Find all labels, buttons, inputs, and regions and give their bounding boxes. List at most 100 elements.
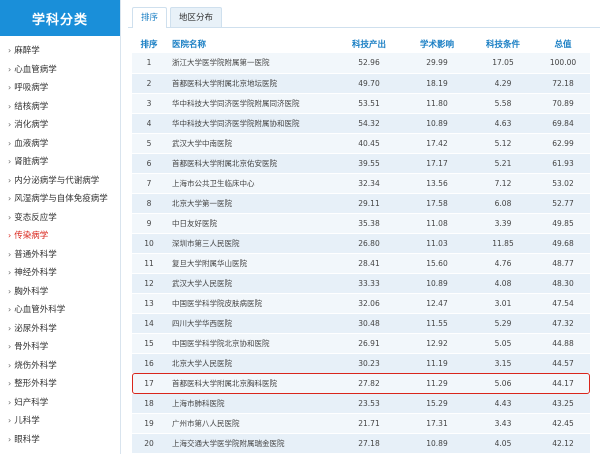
sidebar-item[interactable]: › 变态反应学	[0, 209, 120, 227]
cell-rank: 4	[132, 113, 166, 134]
table-row[interactable]: 1 浙江大学医学院附属第一医院 52.96 29.99 17.05 100.00	[132, 53, 590, 74]
table-row[interactable]: 8 北京大学第一医院 29.11 17.58 6.08 52.77	[132, 193, 590, 214]
table-row[interactable]: 16 北京大学人民医院 30.23 11.19 3.15 44.57	[132, 353, 590, 374]
sidebar-item-label: 普通外科学	[14, 249, 57, 260]
cell-name[interactable]: 首都医科大学附属北京胸科医院	[166, 373, 334, 394]
table-header-row: 排序 医院名称 科技产出 学术影响 科技条件 总值	[132, 34, 590, 53]
cell-name[interactable]: 北京大学人民医院	[166, 353, 334, 374]
cell-name[interactable]: 北京大学第一医院	[166, 193, 334, 214]
sidebar-item[interactable]: › 内分泌病学与代谢病学	[0, 172, 120, 190]
sidebar-item[interactable]: › 心血管外科学	[0, 301, 120, 320]
cell-name[interactable]: 首都医科大学附属北京地坛医院	[166, 73, 334, 94]
table-body: 1 浙江大学医学院附属第一医院 52.96 29.99 17.05 100.00 2 首都医科…	[132, 53, 590, 454]
column-header-name[interactable]: 医院名称	[166, 34, 334, 53]
table-row[interactable]: 4 华中科技大学同济医学院附属协和医院 54.32 10.89 4.63 69.84	[132, 113, 590, 134]
cell-name[interactable]: 华中科技大学同济医学院附属同济医院	[166, 93, 334, 114]
cell-name[interactable]: 广州市第八人民医院	[166, 413, 334, 434]
cell-name[interactable]: 上海交通大学医学院附属瑞金医院	[166, 433, 334, 454]
table-row[interactable]: 18 上海市肺科医院 23.53 15.29 4.43 43.25	[132, 393, 590, 414]
cell-rank: 13	[132, 293, 166, 314]
cell-name[interactable]: 中日友好医院	[166, 213, 334, 234]
sidebar-item[interactable]: › 结核病学	[0, 98, 120, 116]
sidebar-item-label: 眼科学	[14, 434, 40, 445]
chevron-right-icon: ›	[8, 249, 12, 259]
table-row[interactable]: 19 广州市第八人民医院 21.71 17.31 3.43 42.45	[132, 413, 590, 434]
chevron-right-icon: ›	[8, 157, 12, 166]
sidebar-item[interactable]: › 胸外科学	[0, 283, 120, 301]
tab-region[interactable]: 地区分布	[170, 7, 223, 27]
table-row[interactable]: 2 首都医科大学附属北京地坛医院 49.70 18.19 4.29 72.18	[132, 73, 590, 94]
cell-rank: 19	[132, 413, 166, 434]
tab-ranking[interactable]: 排序	[132, 7, 168, 28]
cell-name[interactable]: 中国医学科学院皮肤病医院	[166, 293, 334, 314]
cell-tech-output: 29.11	[334, 193, 404, 214]
cell-name[interactable]: 四川大学华西医院	[166, 313, 334, 334]
cell-name[interactable]: 华中科技大学同济医学院附属协和医院	[166, 113, 334, 134]
sidebar-item[interactable]: › 神经外科学	[0, 264, 120, 283]
sidebar-item[interactable]: › 妇产科学	[0, 394, 120, 412]
cell-name[interactable]: 浙江大学医学院附属第一医院	[166, 53, 334, 74]
sidebar-item[interactable]: › 烧伤外科学	[0, 357, 120, 375]
cell-conditions: 5.58	[470, 93, 536, 114]
sidebar-item[interactable]: › 麻醉学	[0, 42, 120, 61]
sidebar-item[interactable]: › 风湿病学与自体免疫病学	[0, 190, 120, 209]
table-row[interactable]: 3 华中科技大学同济医学院附属同济医院 53.51 11.80 5.58 70.89	[132, 93, 590, 114]
sidebar-item[interactable]: › 血液病学	[0, 135, 120, 153]
cell-conditions: 4.08	[470, 273, 536, 294]
cell-conditions: 3.39	[470, 213, 536, 234]
table-row[interactable]: 15 中国医学科学院北京协和医院 26.91 12.92 5.05 44.88	[132, 333, 590, 354]
column-header-tech-output[interactable]: 科技产出	[334, 34, 404, 53]
sidebar-item-label: 肾脏病学	[14, 157, 49, 167]
cell-academic: 12.92	[404, 333, 470, 354]
sidebar-item[interactable]: › 消化病学	[0, 116, 120, 135]
cell-total: 43.25	[536, 393, 590, 414]
cell-rank: 15	[132, 333, 166, 354]
cell-conditions: 5.21	[470, 153, 536, 174]
column-header-conditions[interactable]: 科技条件	[470, 34, 536, 53]
cell-total: 47.54	[536, 293, 590, 314]
sidebar-item[interactable]: › 整形外科学	[0, 375, 120, 394]
sidebar-item[interactable]: › 呼吸病学	[0, 79, 120, 98]
cell-name[interactable]: 中国医学科学院北京协和医院	[166, 333, 334, 354]
table-row[interactable]: 9 中日友好医院 35.38 11.08 3.39 49.85	[132, 213, 590, 234]
cell-name[interactable]: 上海市公共卫生临床中心	[166, 173, 334, 194]
table-row[interactable]: 6 首都医科大学附属北京佑安医院 39.55 17.17 5.21 61.93	[132, 153, 590, 174]
table-row[interactable]: 7 上海市公共卫生临床中心 32.34 13.56 7.12 53.02	[132, 173, 590, 194]
table-row[interactable]: 14 四川大学华西医院 30.48 11.55 5.29 47.32	[132, 313, 590, 334]
cell-name[interactable]: 深圳市第三人民医院	[166, 233, 334, 254]
column-header-academic[interactable]: 学术影响	[404, 34, 470, 53]
sidebar-item[interactable]: › 眼科学	[0, 431, 120, 449]
sidebar-item[interactable]: › 传染病学	[0, 227, 120, 246]
cell-academic: 11.29	[404, 373, 470, 394]
table-row[interactable]: 12 武汉大学人民医院 33.33 10.89 4.08 48.30	[132, 273, 590, 294]
column-header-total[interactable]: 总值	[536, 34, 590, 53]
table-row[interactable]: 17 首都医科大学附属北京胸科医院 27.82 11.29 5.06 44.17	[132, 373, 590, 394]
sidebar-item[interactable]: › 心血管病学	[0, 61, 120, 79]
sidebar-item-label: 骨外科学	[14, 342, 49, 352]
cell-rank: 1	[132, 53, 166, 74]
cell-total: 53.02	[536, 173, 590, 194]
sidebar-item[interactable]: › 儿科学	[0, 412, 120, 431]
table-row[interactable]: 10 深圳市第三人民医院 26.80 11.03 11.85 49.68	[132, 233, 590, 254]
column-header-rank[interactable]: 排序	[132, 34, 166, 53]
sidebar-item[interactable]: › 普通外科学	[0, 246, 120, 264]
sidebar-list: › 麻醉学 › 心血管病学 › 呼吸病学 › 结核病学 › 消化病学 › 血液病学 › 肾脏病学 › 内分泌病…	[0, 36, 120, 449]
cell-conditions: 4.43	[470, 393, 536, 414]
table-row[interactable]: 11 复旦大学附属华山医院 28.41 15.60 4.76 48.77	[132, 253, 590, 274]
table-row[interactable]: 13 中国医学科学院皮肤病医院 32.06 12.47 3.01 47.54	[132, 293, 590, 314]
cell-name[interactable]: 上海市肺科医院	[166, 393, 334, 414]
cell-name[interactable]: 武汉大学中南医院	[166, 133, 334, 154]
cell-academic: 17.31	[404, 413, 470, 434]
cell-name[interactable]: 复旦大学附属华山医院	[166, 253, 334, 274]
ranking-table-wrap: 排序 医院名称 科技产出 学术影响 科技条件 总值 1 浙江大学医学院附属第一医院…	[128, 28, 600, 454]
table-row[interactable]: 5 武汉大学中南医院 40.45 17.42 5.12 62.99	[132, 133, 590, 154]
sidebar-item[interactable]: › 肾脏病学	[0, 153, 120, 172]
cell-conditions: 5.29	[470, 313, 536, 334]
cell-name[interactable]: 武汉大学人民医院	[166, 273, 334, 294]
cell-conditions: 4.76	[470, 253, 536, 274]
sidebar-item[interactable]: › 骨外科学	[0, 338, 120, 357]
cell-academic: 15.29	[404, 393, 470, 414]
sidebar-item[interactable]: › 泌尿外科学	[0, 320, 120, 338]
table-row[interactable]: 20 上海交通大学医学院附属瑞金医院 27.18 10.89 4.05 42.12	[132, 433, 590, 454]
cell-name[interactable]: 首都医科大学附属北京佑安医院	[166, 153, 334, 174]
